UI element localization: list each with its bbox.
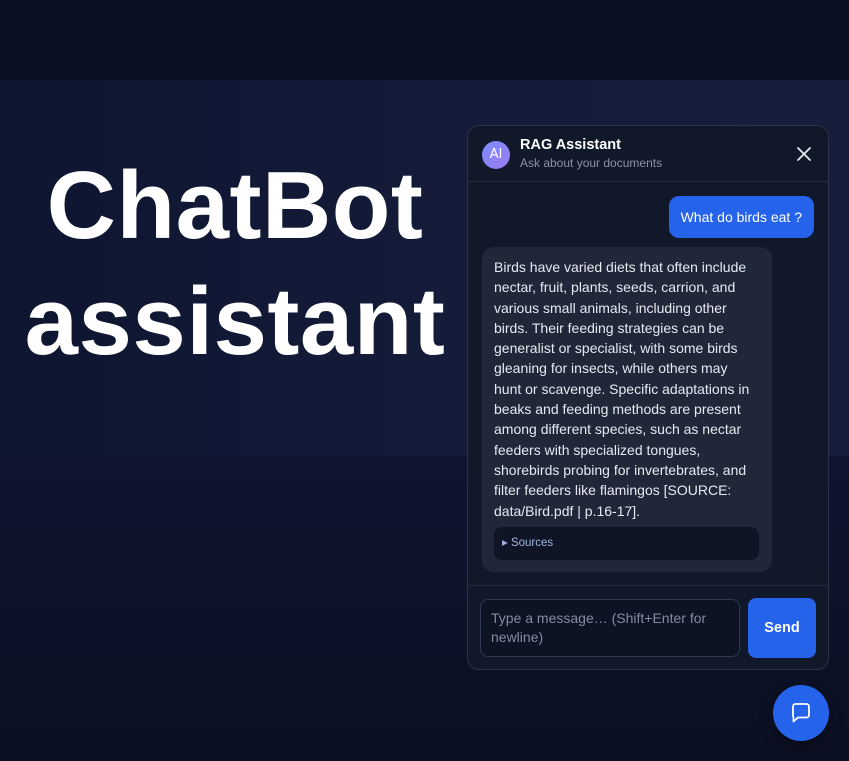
close-icon[interactable] xyxy=(794,144,814,164)
assistant-message-text: Birds have varied diets that often inclu… xyxy=(494,259,750,519)
message-input[interactable] xyxy=(480,599,740,657)
assistant-message: Birds have varied diets that often inclu… xyxy=(482,247,772,572)
assistant-avatar: AI xyxy=(482,141,510,169)
chat-panel: AI RAG Assistant Ask about your document… xyxy=(467,125,829,670)
send-button[interactable]: Send xyxy=(748,598,816,658)
page: ChatBot assistant AI RAG Assistant Ask a… xyxy=(0,0,849,761)
hero-line-2: assistant xyxy=(24,268,446,375)
chat-launcher-button[interactable] xyxy=(773,685,829,741)
chat-composer: Send xyxy=(468,585,828,669)
chat-bubble-icon xyxy=(792,703,810,723)
hero-line-1: ChatBot xyxy=(46,152,424,259)
hero-heading: ChatBot assistant xyxy=(20,148,450,380)
chat-subtitle: Ask about your documents xyxy=(520,156,663,170)
sources-toggle[interactable]: ▸ Sources xyxy=(494,527,759,560)
chat-header: AI RAG Assistant Ask about your document… xyxy=(468,126,828,182)
chat-title: RAG Assistant xyxy=(520,137,621,153)
user-message: What do birds eat ? xyxy=(668,196,814,238)
